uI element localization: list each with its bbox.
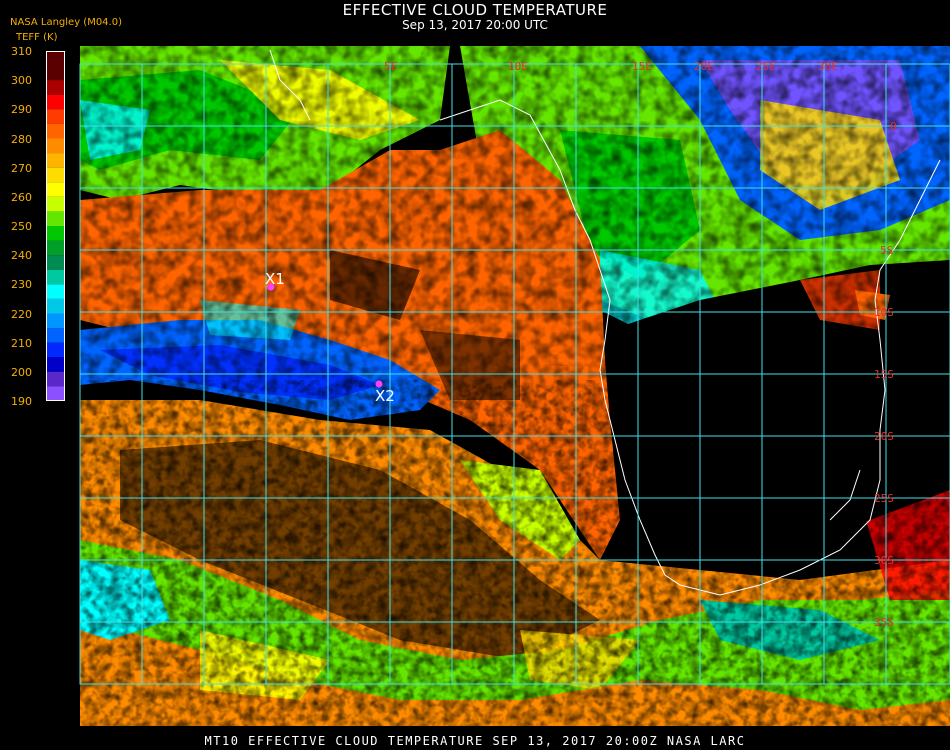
- lon-label: 25E: [756, 60, 776, 73]
- scale-band: [46, 123, 65, 139]
- scale-band: [46, 342, 65, 358]
- scale-tick-label: 210: [11, 336, 32, 350]
- unit-label: TEFF (K): [16, 32, 58, 43]
- footer-caption: MT10 EFFECTIVE CLOUD TEMPERATURE SEP 13,…: [204, 734, 746, 748]
- marker-x2-label: X2: [375, 387, 395, 405]
- lon-label: 10E: [508, 60, 528, 73]
- scale-band: [46, 167, 65, 183]
- lat-label: 10S: [874, 306, 894, 319]
- scale-band: [46, 138, 65, 154]
- org-label: NASA Langley (M04.0): [10, 17, 122, 28]
- scale-band: [46, 94, 65, 110]
- scale-band: [46, 371, 65, 387]
- scale-band: [46, 196, 65, 212]
- lat-label: 20S: [874, 430, 894, 443]
- scale-band: [46, 284, 65, 299]
- scale-band: [46, 255, 65, 270]
- marker-x1-label: X1: [265, 270, 285, 288]
- lat-label: 5S: [880, 244, 893, 257]
- marker-x1: X1: [265, 270, 285, 291]
- scale-tick-label: 240: [11, 249, 32, 263]
- scale-band: [46, 109, 65, 124]
- lat-label: 15S: [874, 368, 894, 381]
- scale-tick-label: 270: [11, 161, 32, 175]
- scale-band: [46, 226, 65, 241]
- lat-label: 25S: [874, 492, 894, 505]
- lat-label: 35S: [874, 616, 894, 629]
- color-scale-bar: [46, 51, 65, 401]
- scale-tick-label: 230: [11, 278, 32, 292]
- scale-band: [46, 269, 65, 285]
- image-title: EFFECTIVE CLOUD TEMPERATURE: [342, 1, 608, 19]
- lat-label: 30S: [874, 554, 894, 567]
- cloud-field: [80, 46, 950, 726]
- satellite-map: 5E 10E 15E 20E 25E 30E 0 5S 10S 15S 20S …: [79, 46, 950, 726]
- scale-tick-label: 220: [11, 307, 32, 321]
- lon-label: 5E: [384, 60, 397, 73]
- scale-band: [46, 240, 65, 256]
- lon-label: 20E: [694, 60, 714, 73]
- scale-band: [46, 80, 65, 95]
- scale-band: [46, 386, 65, 401]
- scale-tick-label: 280: [11, 132, 32, 146]
- scale-band: [46, 51, 65, 81]
- scale-tick-label: 310: [11, 45, 32, 58]
- lat-label: 0: [890, 120, 897, 133]
- scale-band: [46, 357, 65, 372]
- scale-band: [46, 298, 65, 314]
- scale-tick-label: 190: [11, 395, 32, 408]
- scale-tick-label: 200: [11, 365, 32, 379]
- scale-band: [46, 313, 65, 329]
- scale-tick-label: 290: [11, 103, 32, 117]
- image-timestamp: Sep 13, 2017 20:00 UTC: [402, 18, 548, 32]
- scale-tick-label: 300: [11, 74, 32, 88]
- scale-band: [46, 182, 65, 197]
- scale-band: [46, 328, 65, 343]
- lon-label: 15E: [632, 60, 652, 73]
- lon-label: 30E: [818, 60, 838, 73]
- scale-band: [46, 153, 65, 168]
- scale-tick-label: 250: [11, 220, 32, 233]
- scale-tick-label: 260: [11, 190, 32, 204]
- scale-band: [46, 211, 65, 226]
